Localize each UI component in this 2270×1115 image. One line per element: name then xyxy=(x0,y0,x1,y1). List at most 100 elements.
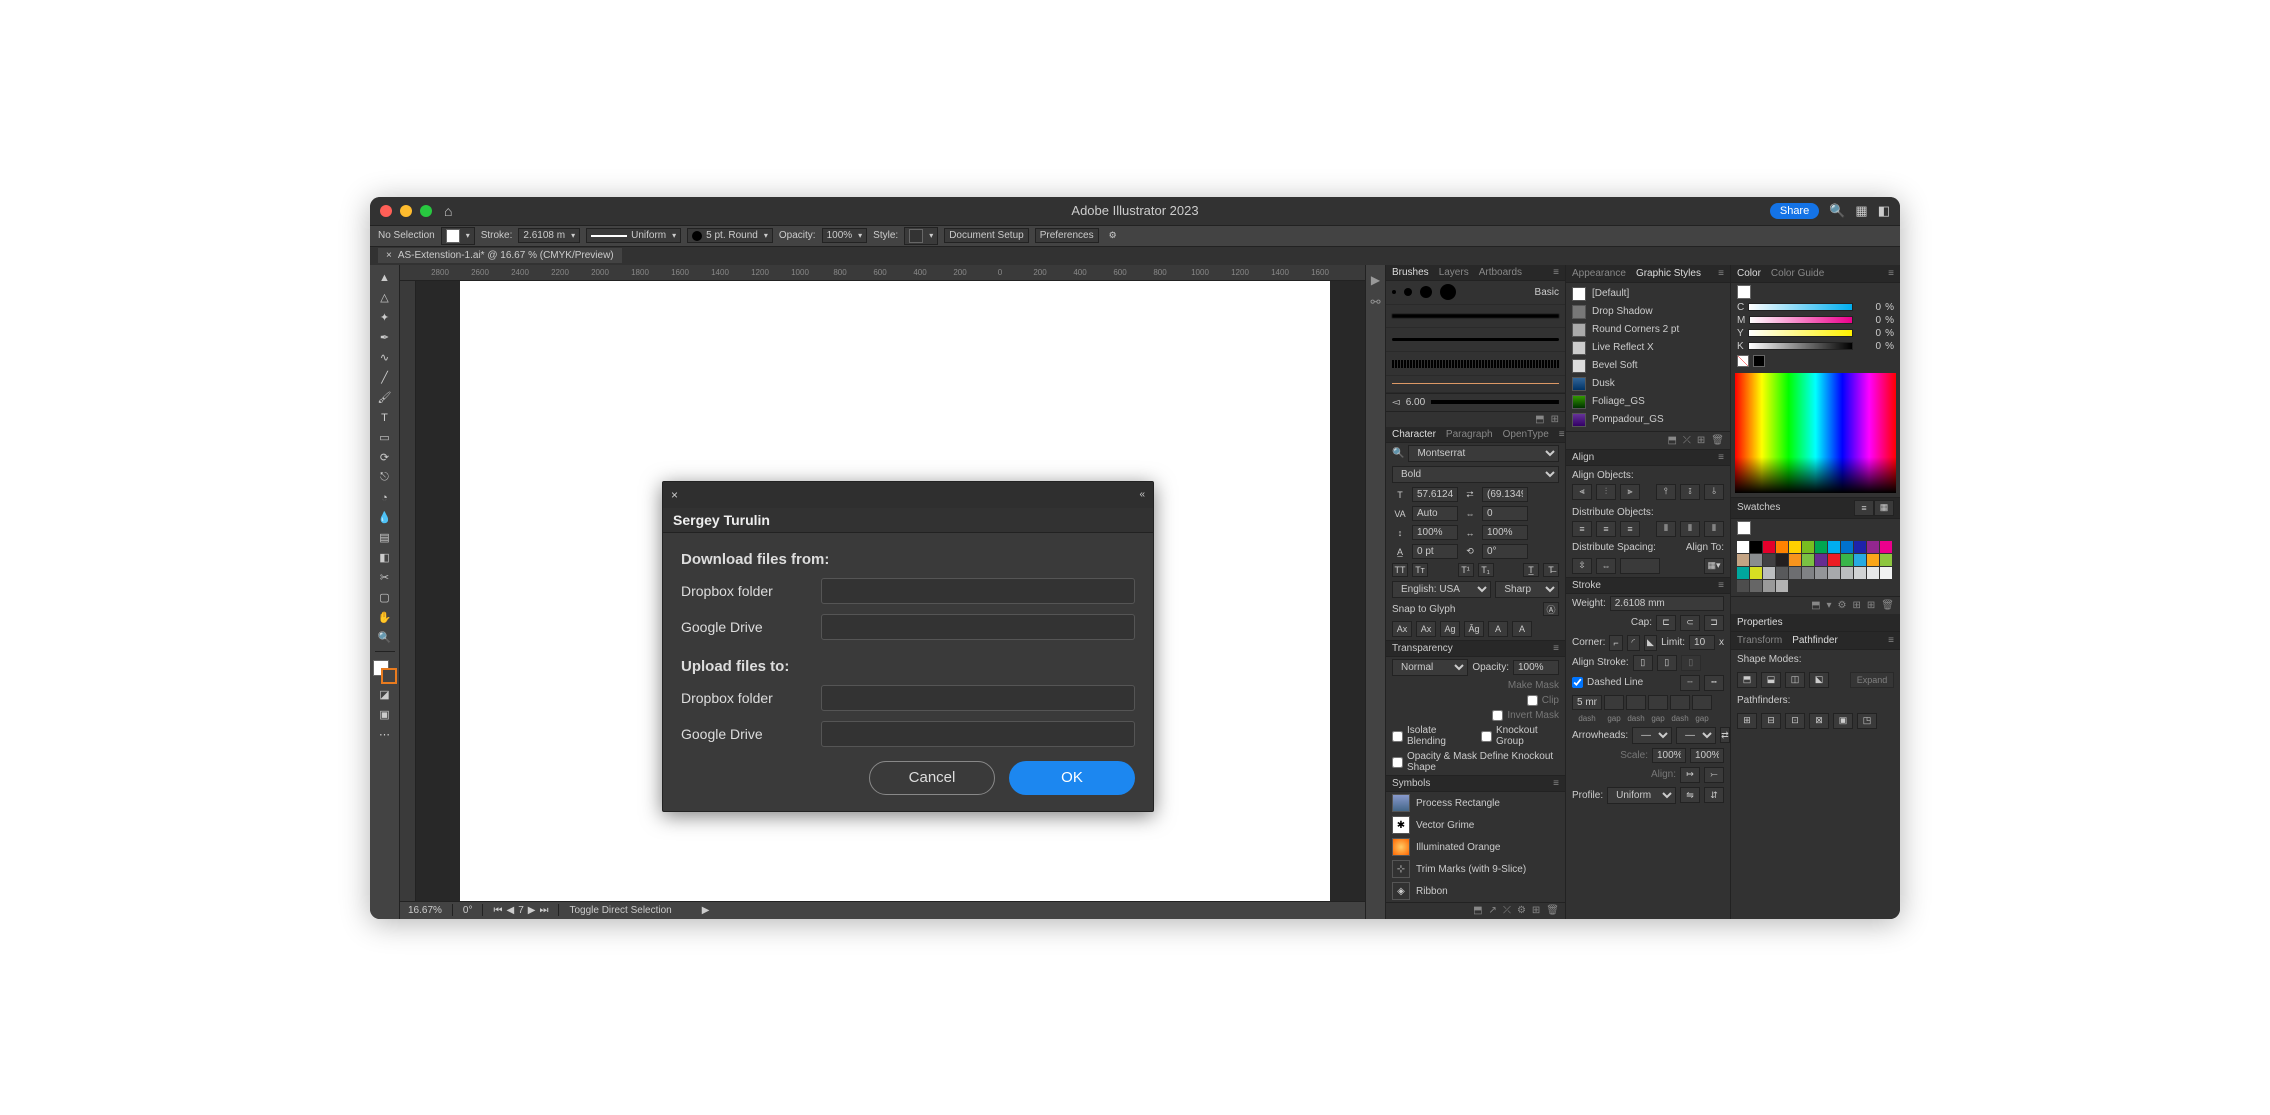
arrow-start-dropdown[interactable]: — xyxy=(1632,727,1672,744)
symbol-break-icon[interactable]: ⤫ xyxy=(1503,905,1511,916)
divide-icon[interactable]: ⊞ xyxy=(1737,713,1757,729)
hscale-field[interactable] xyxy=(1482,525,1528,540)
align-vcenter-icon[interactable]: ⫱ xyxy=(1680,484,1700,500)
swatch[interactable] xyxy=(1750,541,1762,553)
symbol-opts-icon[interactable]: ⚙ xyxy=(1517,905,1526,916)
swatch[interactable] xyxy=(1737,541,1749,553)
tab-color-guide[interactable]: Color Guide xyxy=(1771,268,1824,279)
tab-graphic-styles[interactable]: Graphic Styles xyxy=(1636,268,1701,279)
symbol-place-icon[interactable]: ↗ xyxy=(1489,905,1497,916)
rotate-tool-icon[interactable]: ⟳ xyxy=(373,449,397,467)
invert-mask-checkbox[interactable] xyxy=(1492,710,1503,721)
pen-tool-icon[interactable]: ✒ xyxy=(373,329,397,347)
prev-artboard-icon[interactable]: ◀ xyxy=(506,905,514,916)
symbol-item[interactable]: Illuminated Orange xyxy=(1386,836,1565,858)
panel-menu-icon[interactable]: ≡ xyxy=(1718,580,1724,591)
stroke-profile-dropdown[interactable]: Uniform xyxy=(1607,787,1676,804)
fill-swatch-dropdown[interactable] xyxy=(441,227,475,245)
glyph-opt-6[interactable]: A xyxy=(1512,621,1532,637)
line-tool-icon[interactable]: ╱ xyxy=(373,369,397,387)
join-round-icon[interactable]: ◜ xyxy=(1627,635,1640,651)
superscript-icon[interactable]: T¹ xyxy=(1458,563,1474,577)
panel-menu-icon[interactable]: ≡ xyxy=(1888,268,1894,279)
symbol-item[interactable]: ✱Vector Grime xyxy=(1386,814,1565,836)
canvas[interactable]: × « Sergey Turulin Download files from: … xyxy=(400,281,1365,901)
flip-v-icon[interactable]: ⇵ xyxy=(1704,787,1724,803)
minus-front-icon[interactable]: ⬓ xyxy=(1761,672,1781,688)
dialog-titlebar[interactable]: × « xyxy=(663,482,1153,508)
swatch[interactable] xyxy=(1763,554,1775,566)
isolate-blending-checkbox[interactable] xyxy=(1392,731,1403,742)
paintbrush-tool-icon[interactable]: 🖌 xyxy=(373,389,397,407)
eraser-tool-icon[interactable]: ◧ xyxy=(373,549,397,567)
tab-brushes[interactable]: Brushes xyxy=(1392,267,1429,278)
glyph-opt-1[interactable]: Ax xyxy=(1392,621,1412,637)
maximize-window-button[interactable] xyxy=(420,205,432,217)
glyph-opt-4[interactable]: Âg xyxy=(1464,621,1484,637)
align-stroke-outside-icon[interactable]: ▯ xyxy=(1681,655,1701,671)
upload-dropbox-input[interactable] xyxy=(821,685,1135,711)
swatch[interactable] xyxy=(1828,554,1840,566)
glyph-opt-2[interactable]: Ax xyxy=(1416,621,1436,637)
swatch[interactable] xyxy=(1815,554,1827,566)
cancel-button[interactable]: Cancel xyxy=(869,761,995,795)
smallcaps-icon[interactable]: Tᴛ xyxy=(1412,563,1428,577)
gs-break-icon[interactable]: ⤫ xyxy=(1683,435,1691,446)
tracking-field[interactable] xyxy=(1482,506,1528,521)
swatch[interactable] xyxy=(1789,541,1801,553)
intersect-icon[interactable]: ◫ xyxy=(1785,672,1805,688)
opacity-mask-shape-checkbox[interactable] xyxy=(1392,757,1403,768)
scissors-tool-icon[interactable]: ✂ xyxy=(373,569,397,587)
glyph-opt-3[interactable]: Ag xyxy=(1440,621,1460,637)
swatch[interactable] xyxy=(1737,554,1749,566)
artboard-number[interactable]: 7 xyxy=(518,905,524,916)
miter-limit-field[interactable] xyxy=(1689,635,1715,650)
stroke-profile-dropdown[interactable]: Uniform xyxy=(586,228,681,243)
swatch[interactable] xyxy=(1880,541,1892,553)
close-window-button[interactable] xyxy=(380,205,392,217)
sw-kind-icon[interactable]: ▾ xyxy=(1827,600,1832,611)
brush-size-icon[interactable]: ◅ xyxy=(1392,397,1400,408)
spacing-field[interactable] xyxy=(1620,558,1660,574)
arrow-end-dropdown[interactable]: — xyxy=(1676,727,1716,744)
flip-h-icon[interactable]: ⇋ xyxy=(1680,787,1700,803)
swatch[interactable] xyxy=(1776,541,1788,553)
sw-new-icon[interactable]: ⊞ xyxy=(1867,600,1875,611)
sw-group-icon[interactable]: ⊞ xyxy=(1853,600,1861,611)
dash-1-field[interactable] xyxy=(1572,695,1602,710)
selection-tool-icon[interactable]: ▲ xyxy=(373,269,397,287)
font-family-dropdown[interactable]: Montserrat xyxy=(1408,445,1559,462)
upload-gdrive-input[interactable] xyxy=(821,721,1135,747)
rectangle-tool-icon[interactable]: ▭ xyxy=(373,429,397,447)
symbol-del-icon[interactable]: 🗑 xyxy=(1546,905,1559,916)
panel-menu-icon[interactable]: ≡ xyxy=(1559,429,1565,440)
stroke-swatch[interactable] xyxy=(381,668,397,684)
gap-2-field[interactable] xyxy=(1648,695,1668,710)
dialog-author-tab[interactable]: Sergey Turulin xyxy=(663,508,1153,533)
swatch[interactable] xyxy=(1750,580,1762,592)
symbol-lib-icon[interactable]: ⬒ xyxy=(1473,905,1482,916)
dash-2-field[interactable] xyxy=(1626,695,1646,710)
merge-icon[interactable]: ⊡ xyxy=(1785,713,1805,729)
direct-selection-tool-icon[interactable]: △ xyxy=(373,289,397,307)
symbol-item[interactable]: Process Rectangle xyxy=(1386,792,1565,814)
panel-menu-icon[interactable]: ≡ xyxy=(1553,778,1559,789)
align-hcenter-icon[interactable]: ⫶ xyxy=(1596,484,1616,500)
strikethrough-icon[interactable]: T̶ xyxy=(1543,563,1559,577)
unite-icon[interactable]: ⬒ xyxy=(1737,672,1757,688)
opacity-field[interactable]: 100% xyxy=(822,228,868,243)
dash-align-2-icon[interactable]: ┅ xyxy=(1704,675,1724,691)
ok-button[interactable]: OK xyxy=(1009,761,1135,795)
swatch[interactable] xyxy=(1828,541,1840,553)
stroke-weight-field[interactable] xyxy=(1610,596,1724,611)
underline-icon[interactable]: T̲ xyxy=(1523,563,1539,577)
brush-row-2[interactable] xyxy=(1386,305,1565,329)
align-right-icon[interactable]: ⫸ xyxy=(1620,484,1640,500)
swatch[interactable] xyxy=(1789,567,1801,579)
artboard-tool-icon[interactable]: ▢ xyxy=(373,589,397,607)
clip-checkbox[interactable] xyxy=(1527,695,1538,706)
swatch[interactable] xyxy=(1867,554,1879,566)
vscale-field[interactable] xyxy=(1412,525,1458,540)
more-options-icon[interactable]: ⚙ xyxy=(1105,229,1121,243)
edit-toolbar-icon[interactable]: ⋯ xyxy=(373,726,397,744)
